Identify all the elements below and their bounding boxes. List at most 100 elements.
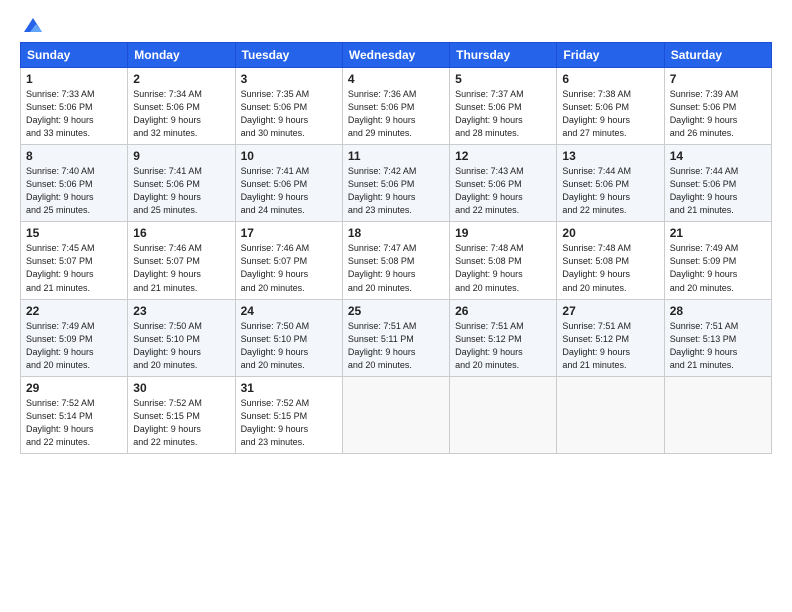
calendar-cell: 3 Sunrise: 7:35 AMSunset: 5:06 PMDaylight… — [235, 68, 342, 145]
day-number: 27 — [562, 304, 658, 318]
calendar-cell: 27 Sunrise: 7:51 AMSunset: 5:12 PMDayligh… — [557, 299, 664, 376]
header-cell-saturday: Saturday — [664, 43, 771, 68]
day-number: 3 — [241, 72, 337, 86]
calendar-cell: 14Sunrise: 7:44 AMSunset: 5:06 PMDayligh… — [664, 145, 771, 222]
calendar-cell: 7Sunrise: 7:39 AMSunset: 5:06 PMDaylight… — [664, 68, 771, 145]
day-number: 24 — [241, 304, 337, 318]
day-number: 13 — [562, 149, 658, 163]
calendar-cell: 8Sunrise: 7:40 AMSunset: 5:06 PMDaylight… — [21, 145, 128, 222]
cell-info: Sunrise: 7:37 AMSunset: 5:06 PMDaylight:… — [455, 88, 551, 140]
header-cell-wednesday: Wednesday — [342, 43, 449, 68]
calendar-cell: 12 Sunrise: 7:43 AMSunset: 5:06 PMDayligh… — [450, 145, 557, 222]
week-row-2: 8Sunrise: 7:40 AMSunset: 5:06 PMDaylight… — [21, 145, 772, 222]
day-number: 21 — [670, 226, 766, 240]
logo-icon — [22, 16, 44, 34]
calendar-cell: 10Sunrise: 7:41 AMSunset: 5:06 PMDayligh… — [235, 145, 342, 222]
day-number: 25 — [348, 304, 444, 318]
calendar-cell: 28 Sunrise: 7:51 AMSunset: 5:13 PMDayligh… — [664, 299, 771, 376]
day-number: 29 — [26, 381, 122, 395]
calendar-cell: 6 Sunrise: 7:38 AMSunset: 5:06 PMDaylight… — [557, 68, 664, 145]
calendar-cell: 21 Sunrise: 7:49 AMSunset: 5:09 PMDayligh… — [664, 222, 771, 299]
cell-info: Sunrise: 7:38 AMSunset: 5:06 PMDaylight:… — [562, 88, 658, 140]
cell-info: Sunrise: 7:48 AMSunset: 5:08 PMDaylight:… — [455, 242, 551, 294]
day-number: 14 — [670, 149, 766, 163]
week-row-5: 29 Sunrise: 7:52 AMSunset: 5:14 PMDayligh… — [21, 376, 772, 453]
day-number: 22 — [26, 304, 122, 318]
day-number: 2 — [133, 72, 229, 86]
day-number: 16 — [133, 226, 229, 240]
calendar-table: SundayMondayTuesdayWednesdayThursdayFrid… — [20, 42, 772, 454]
cell-info: Sunrise: 7:36 AMSunset: 5:06 PMDaylight:… — [348, 88, 444, 140]
calendar-cell: 23Sunrise: 7:50 AMSunset: 5:10 PMDayligh… — [128, 299, 235, 376]
cell-info: Sunrise: 7:51 AMSunset: 5:11 PMDaylight:… — [348, 320, 444, 372]
calendar-cell: 16 Sunrise: 7:46 AMSunset: 5:07 PMDayligh… — [128, 222, 235, 299]
calendar-cell: 31Sunrise: 7:52 AMSunset: 5:15 PMDayligh… — [235, 376, 342, 453]
day-number: 12 — [455, 149, 551, 163]
week-row-4: 22 Sunrise: 7:49 AMSunset: 5:09 PMDayligh… — [21, 299, 772, 376]
calendar-cell: 2 Sunrise: 7:34 AMSunset: 5:06 PMDaylight… — [128, 68, 235, 145]
calendar-cell: 19Sunrise: 7:48 AMSunset: 5:08 PMDayligh… — [450, 222, 557, 299]
cell-info: Sunrise: 7:49 AMSunset: 5:09 PMDaylight:… — [670, 242, 766, 294]
day-number: 9 — [133, 149, 229, 163]
calendar-cell: 25 Sunrise: 7:51 AMSunset: 5:11 PMDayligh… — [342, 299, 449, 376]
cell-info: Sunrise: 7:41 AMSunset: 5:06 PMDaylight:… — [241, 165, 337, 217]
day-number: 28 — [670, 304, 766, 318]
cell-info: Sunrise: 7:51 AMSunset: 5:12 PMDaylight:… — [455, 320, 551, 372]
cell-info: Sunrise: 7:44 AMSunset: 5:06 PMDaylight:… — [562, 165, 658, 217]
cell-info: Sunrise: 7:51 AMSunset: 5:12 PMDaylight:… — [562, 320, 658, 372]
day-number: 5 — [455, 72, 551, 86]
calendar-cell: 9 Sunrise: 7:41 AMSunset: 5:06 PMDaylight… — [128, 145, 235, 222]
day-number: 18 — [348, 226, 444, 240]
calendar-cell: 17 Sunrise: 7:46 AMSunset: 5:07 PMDayligh… — [235, 222, 342, 299]
cell-info: Sunrise: 7:46 AMSunset: 5:07 PMDaylight:… — [241, 242, 337, 294]
cell-info: Sunrise: 7:41 AMSunset: 5:06 PMDaylight:… — [133, 165, 229, 217]
header — [20, 16, 772, 32]
cell-info: Sunrise: 7:47 AMSunset: 5:08 PMDaylight:… — [348, 242, 444, 294]
calendar-cell: 24 Sunrise: 7:50 AMSunset: 5:10 PMDayligh… — [235, 299, 342, 376]
calendar-cell: 18 Sunrise: 7:47 AMSunset: 5:08 PMDayligh… — [342, 222, 449, 299]
header-cell-sunday: Sunday — [21, 43, 128, 68]
day-number: 17 — [241, 226, 337, 240]
calendar-cell: 20Sunrise: 7:48 AMSunset: 5:08 PMDayligh… — [557, 222, 664, 299]
day-number: 30 — [133, 381, 229, 395]
cell-info: Sunrise: 7:42 AMSunset: 5:06 PMDaylight:… — [348, 165, 444, 217]
cell-info: Sunrise: 7:52 AMSunset: 5:15 PMDaylight:… — [133, 397, 229, 449]
calendar-cell: 5 Sunrise: 7:37 AMSunset: 5:06 PMDaylight… — [450, 68, 557, 145]
calendar-cell: 13 Sunrise: 7:44 AMSunset: 5:06 PMDayligh… — [557, 145, 664, 222]
calendar-cell: 11 Sunrise: 7:42 AMSunset: 5:06 PMDayligh… — [342, 145, 449, 222]
day-number: 6 — [562, 72, 658, 86]
day-number: 20 — [562, 226, 658, 240]
calendar-cell — [342, 376, 449, 453]
cell-info: Sunrise: 7:43 AMSunset: 5:06 PMDaylight:… — [455, 165, 551, 217]
calendar-header: SundayMondayTuesdayWednesdayThursdayFrid… — [21, 43, 772, 68]
calendar-cell: 30 Sunrise: 7:52 AMSunset: 5:15 PMDayligh… — [128, 376, 235, 453]
cell-info: Sunrise: 7:39 AMSunset: 5:06 PMDaylight:… — [670, 88, 766, 140]
day-number: 1 — [26, 72, 122, 86]
day-number: 15 — [26, 226, 122, 240]
cell-info: Sunrise: 7:45 AMSunset: 5:07 PMDaylight:… — [26, 242, 122, 294]
day-number: 8 — [26, 149, 122, 163]
cell-info: Sunrise: 7:35 AMSunset: 5:06 PMDaylight:… — [241, 88, 337, 140]
header-cell-friday: Friday — [557, 43, 664, 68]
day-number: 31 — [241, 381, 337, 395]
cell-info: Sunrise: 7:51 AMSunset: 5:13 PMDaylight:… — [670, 320, 766, 372]
day-number: 11 — [348, 149, 444, 163]
day-number: 26 — [455, 304, 551, 318]
cell-info: Sunrise: 7:50 AMSunset: 5:10 PMDaylight:… — [133, 320, 229, 372]
calendar-cell: 22 Sunrise: 7:49 AMSunset: 5:09 PMDayligh… — [21, 299, 128, 376]
cell-info: Sunrise: 7:50 AMSunset: 5:10 PMDaylight:… — [241, 320, 337, 372]
week-row-3: 15 Sunrise: 7:45 AMSunset: 5:07 PMDayligh… — [21, 222, 772, 299]
calendar-cell — [664, 376, 771, 453]
cell-info: Sunrise: 7:33 AMSunset: 5:06 PMDaylight:… — [26, 88, 122, 140]
cell-info: Sunrise: 7:52 AMSunset: 5:14 PMDaylight:… — [26, 397, 122, 449]
cell-info: Sunrise: 7:34 AMSunset: 5:06 PMDaylight:… — [133, 88, 229, 140]
header-cell-tuesday: Tuesday — [235, 43, 342, 68]
calendar-cell: 29 Sunrise: 7:52 AMSunset: 5:14 PMDayligh… — [21, 376, 128, 453]
cell-info: Sunrise: 7:46 AMSunset: 5:07 PMDaylight:… — [133, 242, 229, 294]
calendar-cell: 4Sunrise: 7:36 AMSunset: 5:06 PMDaylight… — [342, 68, 449, 145]
cell-info: Sunrise: 7:49 AMSunset: 5:09 PMDaylight:… — [26, 320, 122, 372]
calendar-cell: 26 Sunrise: 7:51 AMSunset: 5:12 PMDayligh… — [450, 299, 557, 376]
header-cell-monday: Monday — [128, 43, 235, 68]
page: SundayMondayTuesdayWednesdayThursdayFrid… — [0, 0, 792, 612]
calendar-cell — [450, 376, 557, 453]
